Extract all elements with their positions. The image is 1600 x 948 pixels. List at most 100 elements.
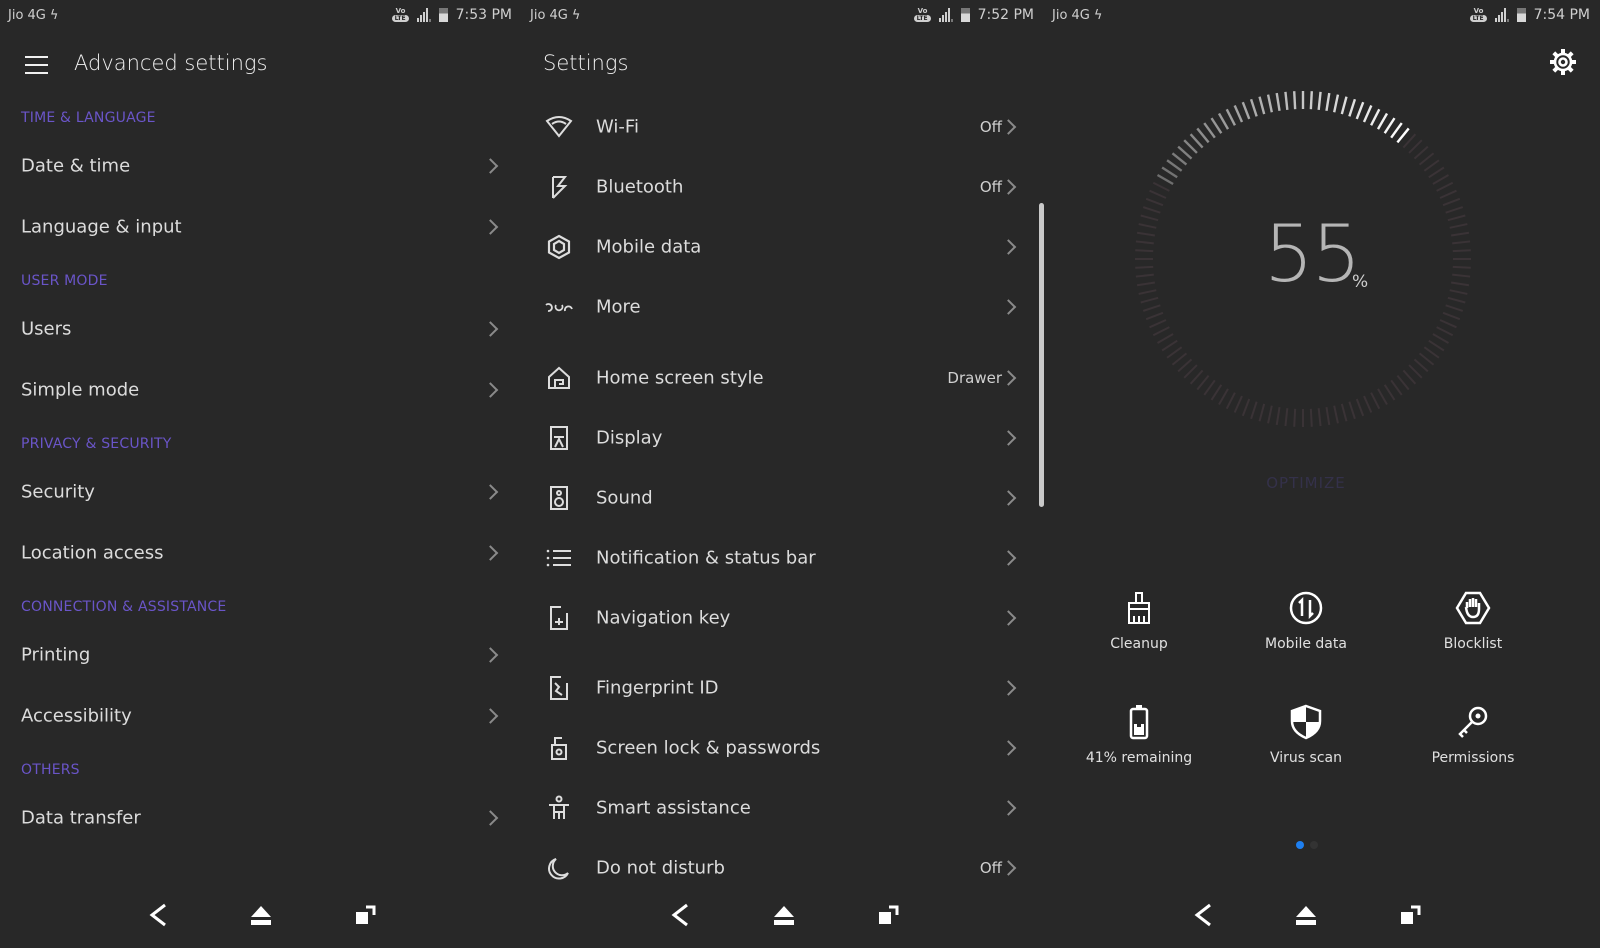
menu-item-users[interactable]: Users	[0, 299, 522, 359]
settings-item-wi-fi[interactable]: Wi-Fi Off	[522, 99, 1044, 155]
item-label: Display	[596, 427, 663, 449]
page-title: Advanced settings	[74, 51, 268, 75]
notification-icon	[544, 544, 574, 572]
tool-virus-scan[interactable]: Virus scan	[1231, 704, 1381, 766]
dial-tick	[1396, 374, 1410, 391]
menu-item-security[interactable]: Security	[0, 462, 522, 522]
recents-button[interactable]	[872, 900, 906, 930]
item-label: Screen lock & passwords	[596, 737, 821, 759]
dial-tick	[1452, 240, 1471, 245]
recents-button[interactable]	[1394, 900, 1428, 930]
tool-mobile-data[interactable]: Mobile data	[1231, 590, 1381, 652]
dial-tick	[1225, 108, 1236, 126]
dial-tick	[1275, 92, 1281, 112]
settings-item-sound[interactable]: Sound	[522, 470, 1044, 526]
home-icon	[544, 364, 574, 392]
menu-item-location-access[interactable]: Location access	[0, 523, 522, 583]
dial-tick	[1449, 223, 1468, 229]
home-button[interactable]	[767, 900, 801, 930]
back-button[interactable]	[663, 900, 697, 930]
settings-item-fingerprint-id[interactable]: Fingerprint ID	[522, 660, 1044, 716]
battery-icon	[960, 8, 970, 22]
smart-assistance-icon	[544, 794, 574, 822]
dial-tick	[1210, 117, 1223, 134]
item-label: Language & input	[21, 216, 182, 238]
recents-button[interactable]	[349, 900, 383, 930]
dial-tick	[1258, 403, 1266, 422]
tool-battery[interactable]: 41% remaining	[1064, 704, 1214, 766]
chevron-right-icon	[1000, 430, 1017, 446]
menu-item-accessibility[interactable]: Accessibility	[0, 686, 522, 746]
dial-tick	[1333, 405, 1339, 424]
dial-tick	[1348, 98, 1357, 117]
dial-tick	[1140, 214, 1159, 222]
home-button[interactable]	[244, 900, 278, 930]
dial-tick	[1161, 166, 1178, 179]
dial-tick	[1266, 94, 1273, 113]
settings-item-more[interactable]: More	[522, 279, 1044, 335]
menu-item-language-input[interactable]: Language & input	[0, 197, 522, 257]
carrier-label: Jio 4G	[530, 8, 568, 23]
chevron-right-icon	[1000, 550, 1017, 566]
status-bar: Jio 4G ϟ Vo LTE 7:52 PM	[522, 0, 1044, 34]
dial-tick	[1293, 408, 1297, 427]
dial-tick	[1177, 145, 1193, 160]
settings-item-bluetooth[interactable]: Bluetooth Off	[522, 159, 1044, 215]
dial-tick	[1218, 388, 1229, 405]
tool-label: Virus scan	[1270, 750, 1342, 766]
dial-tick	[1450, 281, 1470, 287]
settings-item-navigation-key[interactable]: Navigation key	[522, 590, 1044, 646]
back-button[interactable]	[141, 900, 175, 930]
page-dot[interactable]	[1310, 841, 1318, 849]
bluetooth-icon	[544, 173, 574, 201]
dial-tick	[1203, 379, 1216, 396]
dial-tick	[1423, 159, 1440, 172]
chevron-right-icon	[1000, 860, 1017, 876]
dial-tick	[1390, 379, 1403, 396]
blocklist-icon	[1455, 591, 1491, 625]
settings-item-smart-assistance[interactable]: Smart assistance	[522, 780, 1044, 836]
item-label: Sound	[596, 487, 653, 509]
settings-gear-button[interactable]	[1548, 47, 1578, 77]
tool-cleanup[interactable]: Cleanup	[1064, 590, 1214, 652]
dial-tick	[1156, 173, 1174, 186]
page-dot-active[interactable]	[1296, 841, 1304, 849]
menu-item-simple-mode[interactable]: Simple mode	[0, 360, 522, 420]
chevron-right-icon	[482, 647, 499, 663]
dial-tick	[1355, 398, 1365, 417]
home-button[interactable]	[1289, 900, 1323, 930]
menu-item-printing[interactable]: Printing	[0, 625, 522, 685]
dial-tick	[1309, 91, 1313, 110]
dial-tick	[1317, 91, 1322, 110]
dial-tick	[1241, 398, 1251, 417]
dial-tick	[1452, 265, 1471, 269]
settings-item-home-screen-style[interactable]: Home screen style Drawer	[522, 350, 1044, 406]
menu-item-data-transfer[interactable]: Data transfer	[0, 788, 522, 848]
section-header-time-language: TIME & LANGUAGE	[21, 110, 156, 126]
settings-item-screen-lock-passwords[interactable]: Screen lock & passwords	[522, 720, 1044, 776]
tool-blocklist[interactable]: Blocklist	[1398, 590, 1548, 652]
chevron-right-icon	[482, 219, 499, 235]
cleanup-icon	[1128, 592, 1150, 624]
menu-item-date-time[interactable]: Date & time	[0, 136, 522, 196]
settings-item-display[interactable]: Display	[522, 410, 1044, 466]
display-icon	[544, 424, 574, 452]
back-button[interactable]	[1186, 900, 1220, 930]
back-icon	[1194, 903, 1211, 927]
item-label: Location access	[21, 542, 164, 564]
dial-tick	[1152, 326, 1170, 337]
dial-tick	[1136, 231, 1156, 237]
item-value: Off	[979, 859, 1002, 877]
tool-permissions[interactable]: Permissions	[1398, 704, 1548, 766]
dial-tick	[1161, 339, 1178, 352]
settings-item-mobile-data[interactable]: Mobile data	[522, 219, 1044, 275]
optimize-button[interactable]: OPTIMIZE	[1044, 474, 1568, 492]
dial-tick	[1166, 346, 1183, 359]
dial-tick	[1325, 92, 1331, 112]
score-unit: %	[1352, 272, 1369, 292]
sound-icon	[544, 484, 574, 512]
chevron-right-icon	[1000, 680, 1017, 696]
menu-button[interactable]	[25, 56, 48, 74]
dial-tick	[1135, 273, 1154, 278]
settings-item-notification-status-bar[interactable]: Notification & status bar	[522, 530, 1044, 586]
